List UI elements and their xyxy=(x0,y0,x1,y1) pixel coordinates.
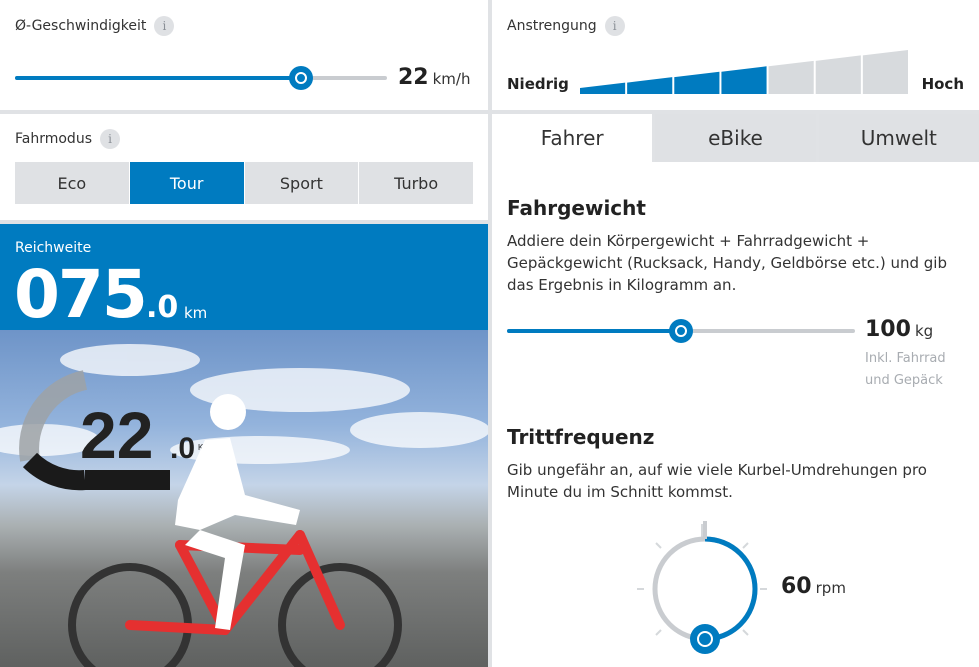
info-icon[interactable]: i xyxy=(154,15,175,36)
average-speed-slider[interactable] xyxy=(15,66,387,90)
cadence-value: 60 xyxy=(781,574,812,599)
settings-tabs-panel: Fahrer eBike Umwelt Fahrgewicht Addiere … xyxy=(492,114,979,667)
effort-level-selector[interactable] xyxy=(580,50,908,94)
average-speed-readout: 22 km/h xyxy=(398,65,470,90)
weight-note-line2: und Gepäck xyxy=(865,373,943,388)
weight-value: 100 xyxy=(865,317,911,342)
riding-mode-segmented-control: Eco Tour Sport Turbo xyxy=(15,162,473,204)
effort-panel: Anstrengung i Niedrig Hoch xyxy=(492,0,979,110)
cadence-description: Gib ungefähr an, auf wie viele Kurbel-Um… xyxy=(507,461,927,501)
effort-label: Anstrengung xyxy=(507,18,597,34)
speed-gauge-base xyxy=(85,470,170,490)
range-label: Reichweite xyxy=(15,240,92,256)
tab-ebike[interactable]: eBike xyxy=(655,114,816,162)
effort-level-2[interactable] xyxy=(627,77,673,94)
weight-unit: kg xyxy=(914,322,934,340)
range-panel: Reichweite 075 .0 km xyxy=(0,224,488,333)
effort-level-4[interactable] xyxy=(721,66,767,94)
bike-scene-image: 22 .0 KM/H xyxy=(0,330,488,667)
mode-button-turbo[interactable]: Turbo xyxy=(359,162,473,204)
weight-note-line1: Inkl. Fahrrad xyxy=(865,351,946,366)
cadence-readout: 60 rpm xyxy=(781,574,846,599)
mode-button-sport[interactable]: Sport xyxy=(244,162,359,204)
riding-mode-label-row: Fahrmodus i xyxy=(15,128,120,149)
mode-button-eco[interactable]: Eco xyxy=(15,162,129,204)
average-speed-value: 22 xyxy=(398,65,429,90)
effort-level-1[interactable] xyxy=(580,82,626,94)
tab-bar: Fahrer eBike Umwelt xyxy=(492,114,979,162)
cadence-unit: rpm xyxy=(815,579,846,597)
effort-high-label: Hoch xyxy=(921,75,964,93)
tab-fahrer[interactable]: Fahrer xyxy=(492,114,653,162)
weight-note: Inkl. Fahrrad und Gepäck xyxy=(865,348,975,392)
effort-level-5[interactable] xyxy=(768,60,814,94)
mode-button-tour[interactable]: Tour xyxy=(129,162,244,204)
effort-level-7[interactable] xyxy=(862,50,908,94)
scene-speed-value: 22 xyxy=(80,398,153,472)
average-speed-label-row: Ø-Geschwindigkeit i xyxy=(15,15,175,36)
info-icon[interactable]: i xyxy=(604,15,625,36)
speed-gauge-fill xyxy=(22,452,86,491)
info-icon[interactable]: i xyxy=(100,128,120,149)
rider-silhouette xyxy=(175,394,300,630)
scene-speed-decimal: .0 xyxy=(170,432,195,465)
range-decimal: .0 xyxy=(146,290,179,325)
cadence-dial-thumb[interactable] xyxy=(690,624,720,654)
weight-readout: 100 kg xyxy=(865,317,933,342)
effort-label-row: Anstrengung i xyxy=(507,15,625,36)
weight-slider-fill xyxy=(507,329,681,333)
cadence-dial[interactable] xyxy=(627,516,777,667)
range-unit: km xyxy=(184,304,208,322)
tab-umwelt[interactable]: Umwelt xyxy=(818,114,979,162)
effort-level-3[interactable] xyxy=(674,71,720,94)
weight-slider[interactable] xyxy=(507,319,855,343)
riding-mode-label: Fahrmodus xyxy=(15,131,92,147)
weight-title: Fahrgewicht xyxy=(507,196,646,220)
riding-mode-panel: Fahrmodus i Eco Tour Sport Turbo xyxy=(0,114,488,220)
average-speed-unit: km/h xyxy=(432,70,471,88)
average-speed-panel: Ø-Geschwindigkeit i 22 km/h xyxy=(0,0,488,110)
cadence-title: Trittfrequenz xyxy=(507,425,655,449)
effort-level-6[interactable] xyxy=(815,55,861,94)
cadence-dial-fill xyxy=(704,536,758,642)
weight-slider-thumb[interactable] xyxy=(669,319,693,343)
effort-low-label: Niedrig xyxy=(507,75,569,93)
bike-scene-illustration: 22 .0 KM/H xyxy=(0,344,488,667)
average-speed-label: Ø-Geschwindigkeit xyxy=(15,18,147,34)
weight-description: Addiere dein Körpergewicht + Fahrradgewi… xyxy=(507,232,947,294)
average-speed-slider-thumb[interactable] xyxy=(289,66,314,90)
range-value: 075 xyxy=(14,256,148,333)
average-speed-slider-fill xyxy=(15,76,302,80)
